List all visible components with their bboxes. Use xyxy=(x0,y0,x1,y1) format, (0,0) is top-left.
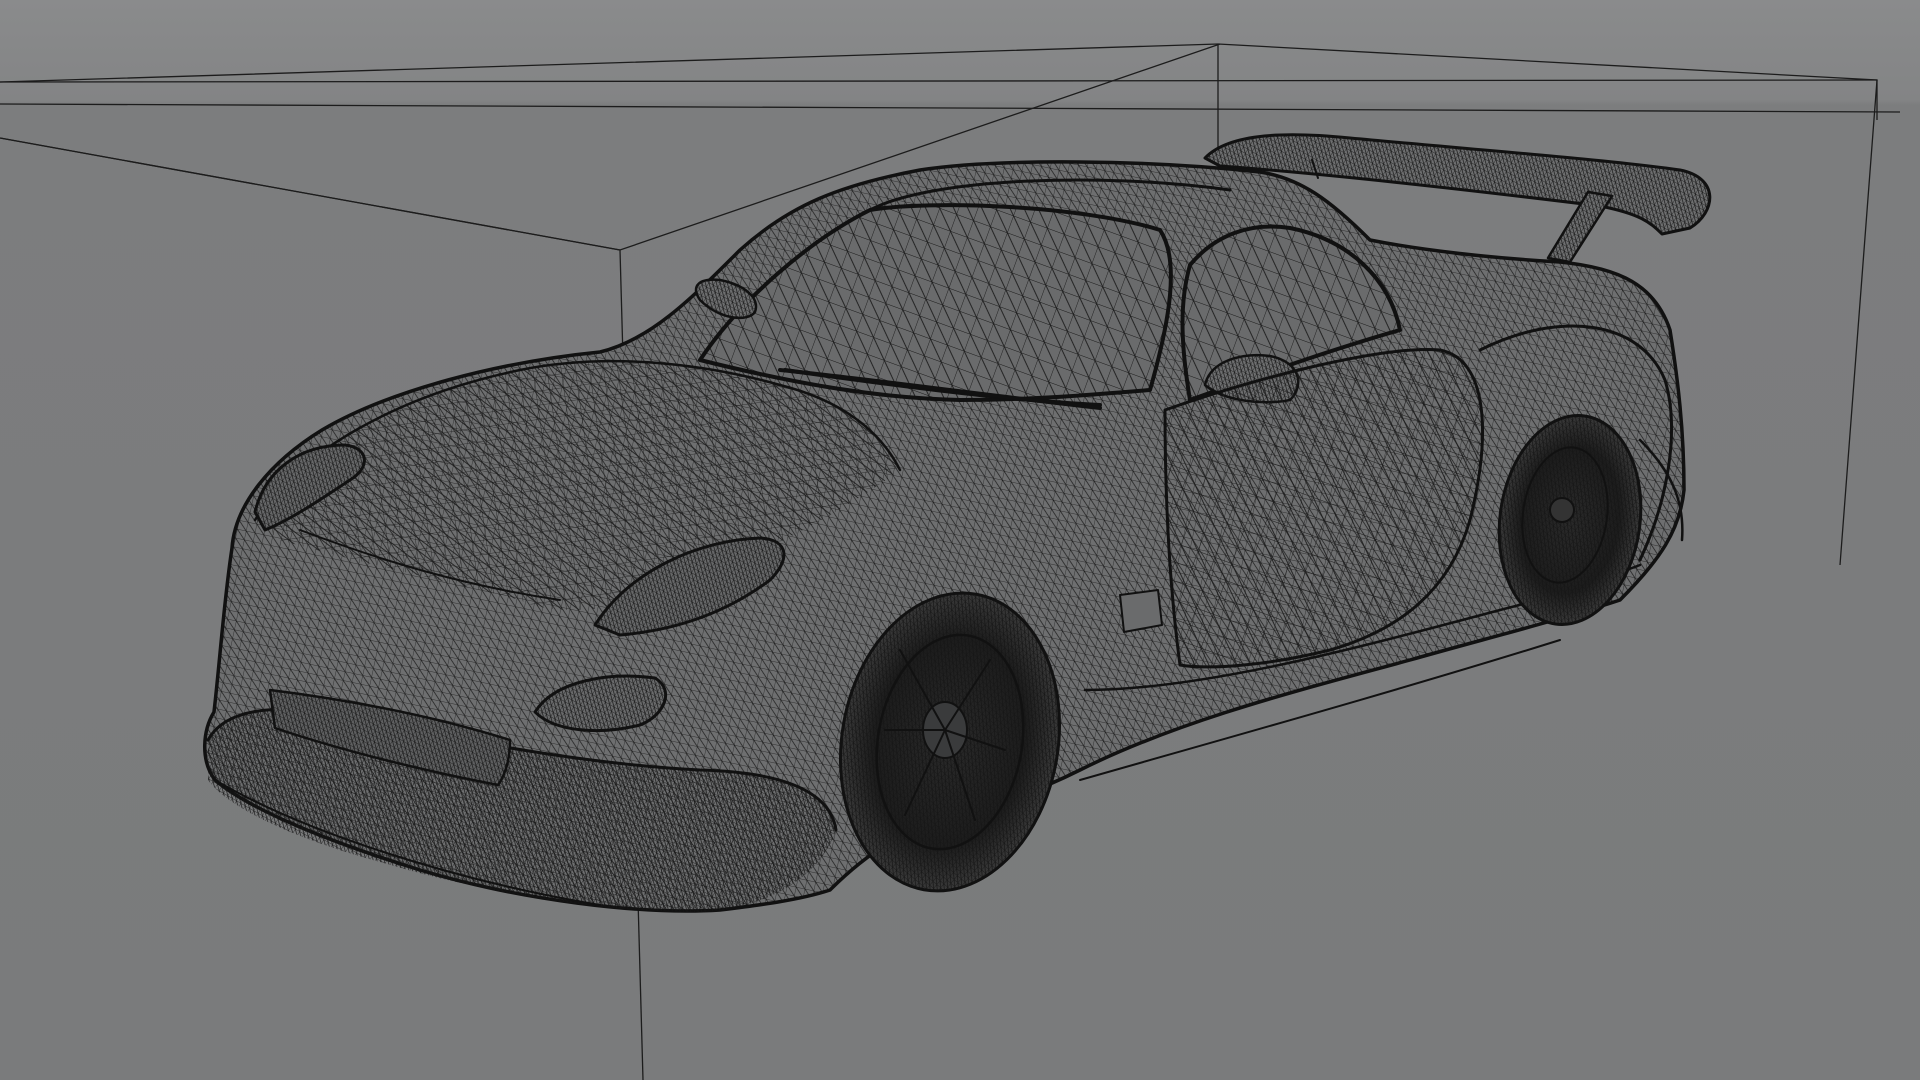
scene-canvas[interactable] xyxy=(0,0,1920,1080)
car-model[interactable] xyxy=(203,133,1712,913)
3d-viewport[interactable] xyxy=(0,0,1920,1080)
side-vent xyxy=(1119,589,1163,633)
